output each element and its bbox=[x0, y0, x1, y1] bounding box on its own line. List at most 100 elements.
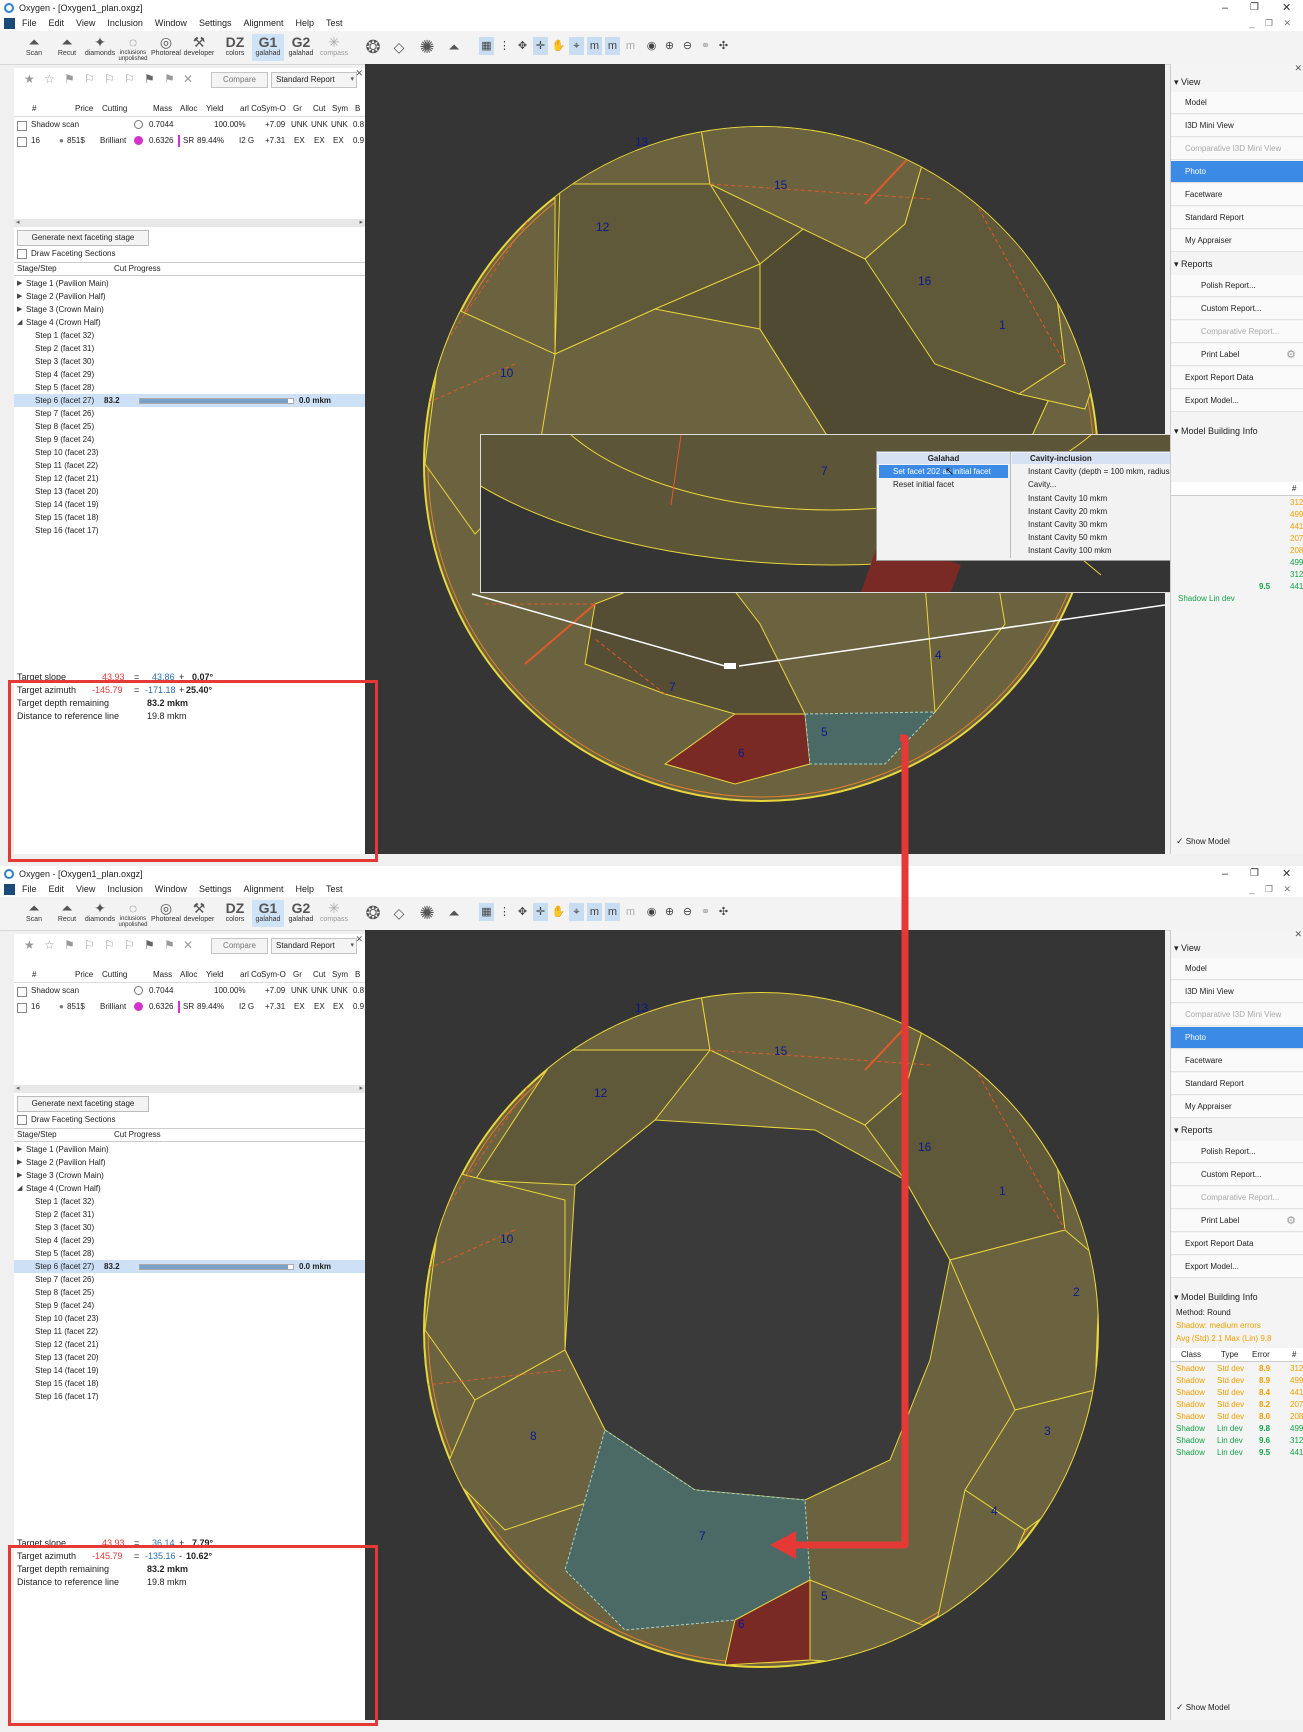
collapsed-icon[interactable]: ▶ bbox=[17, 290, 22, 303]
reports-section-header[interactable]: ▾ Reports bbox=[1174, 1122, 1213, 1138]
grid-view-icon[interactable]: ▦ bbox=[479, 37, 494, 55]
menu-test[interactable]: Test bbox=[326, 16, 343, 31]
minimize-icon[interactable]: – bbox=[1222, 866, 1228, 882]
view-comparative-i3d-item[interactable]: Comparative I3D Mini View bbox=[1171, 138, 1303, 160]
link-icon[interactable]: ⚭ bbox=[698, 903, 713, 921]
step-row[interactable]: Step 13 (facet 20) bbox=[14, 485, 365, 498]
inclusions-button[interactable]: ◌ inclusions unpolished bbox=[117, 900, 149, 928]
expanded-icon[interactable]: ◢ bbox=[17, 316, 22, 329]
bookmark3-icon[interactable]: ⚐ bbox=[104, 72, 115, 86]
menu-inclusion[interactable]: Inclusion bbox=[107, 882, 143, 897]
star-outline-icon[interactable]: ☆ bbox=[44, 938, 55, 952]
step-row[interactable]: Step 15 (facet 18) bbox=[14, 511, 365, 524]
bookmark6-icon[interactable]: ⚑ bbox=[164, 72, 175, 86]
export-model-item[interactable]: Export Model... bbox=[1171, 1256, 1303, 1278]
mdi-controls[interactable]: _ ❐ ✕ bbox=[1249, 882, 1295, 897]
view-my-appraiser-item[interactable]: My Appraiser bbox=[1171, 230, 1303, 252]
round-diamond-icon[interactable]: ❂ bbox=[364, 37, 382, 57]
row-checkbox[interactable] bbox=[17, 137, 27, 147]
bookmark5-icon[interactable]: ⚑ bbox=[144, 72, 155, 86]
row-checkbox[interactable] bbox=[17, 987, 27, 997]
m2-icon[interactable]: m bbox=[605, 37, 620, 55]
step-row[interactable]: Step 7 (facet 26) bbox=[14, 407, 365, 420]
m1-icon[interactable]: m bbox=[587, 903, 602, 921]
step-row[interactable]: Step 7 (facet 26) bbox=[14, 1273, 365, 1286]
collapsed-icon[interactable]: ▶ bbox=[17, 1143, 22, 1156]
colors-button[interactable]: DZ colors bbox=[219, 34, 251, 61]
photoreal-button[interactable]: ◎ Photoreal bbox=[150, 34, 182, 61]
stage-row[interactable]: ◢ Stage 4 (Crown Half) bbox=[14, 1182, 365, 1195]
menu-settings[interactable]: Settings bbox=[199, 16, 232, 31]
right-panel-close-icon[interactable]: ✕ bbox=[1294, 929, 1302, 940]
round-diamond-icon[interactable]: ❂ bbox=[364, 903, 382, 923]
step-row[interactable]: Step 2 (facet 31) bbox=[14, 1208, 365, 1221]
close-icon[interactable]: ✕ bbox=[1282, 0, 1291, 16]
bookmark-icon[interactable]: ⚑ bbox=[64, 938, 75, 952]
step-row[interactable]: Step 1 (facet 32) bbox=[14, 329, 365, 342]
row-checkbox[interactable] bbox=[17, 121, 27, 131]
bookmark-icon[interactable]: ⚑ bbox=[64, 72, 75, 86]
menu-file[interactable]: File bbox=[22, 882, 37, 897]
compass-button[interactable]: ✳ compass bbox=[318, 900, 350, 927]
view-facetware-item[interactable]: Facetware bbox=[1171, 1050, 1303, 1072]
scroll-right-icon[interactable]: ▸ bbox=[359, 1084, 363, 1092]
scan-button[interactable]: ⏶ Scan bbox=[18, 34, 50, 61]
step-row[interactable]: Step 2 (facet 31) bbox=[14, 342, 365, 355]
close-icon[interactable]: ✕ bbox=[1282, 866, 1291, 882]
step-row[interactable]: Step 16 (facet 17) bbox=[14, 524, 365, 537]
export-report-data-item[interactable]: Export Report Data bbox=[1171, 367, 1303, 389]
pan-icon[interactable]: ✛ bbox=[533, 37, 548, 55]
bookmark4-icon[interactable]: ⚐ bbox=[124, 938, 135, 952]
reports-section-header[interactable]: ▾ Reports bbox=[1174, 256, 1213, 272]
step-row[interactable]: Step 5 (facet 28) bbox=[14, 1247, 365, 1260]
m1-icon[interactable]: m bbox=[587, 37, 602, 55]
comparative-report-item[interactable]: Comparative Report... bbox=[1171, 321, 1303, 343]
cavity-item[interactable]: Cavity... bbox=[1028, 478, 1056, 491]
step-row[interactable]: Step 1 (facet 32) bbox=[14, 1195, 365, 1208]
m3-icon[interactable]: m bbox=[623, 903, 638, 921]
menu-view[interactable]: View bbox=[76, 882, 95, 897]
generate-next-stage-button[interactable]: Generate next faceting stage bbox=[17, 1096, 149, 1112]
menu-alignment[interactable]: Alignment bbox=[243, 882, 283, 897]
stage-row[interactable]: ▶ Stage 2 (Pavilion Half) bbox=[14, 1156, 365, 1169]
menu-view[interactable]: View bbox=[76, 16, 95, 31]
compare-button[interactable]: Compare bbox=[211, 72, 268, 88]
maximize-icon[interactable]: ❐ bbox=[1250, 0, 1259, 16]
menu-settings[interactable]: Settings bbox=[199, 882, 232, 897]
step-row[interactable]: Step 9 (facet 24) bbox=[14, 433, 365, 446]
generate-next-stage-button[interactable]: Generate next faceting stage bbox=[17, 230, 149, 246]
step-row[interactable]: Step 13 (facet 20) bbox=[14, 1351, 365, 1364]
model-row-16[interactable]: 16 ● 851$ Brilliant 0.6326 SR 89.44% I2 … bbox=[14, 1000, 365, 1014]
view-section-header[interactable]: ▾ View bbox=[1174, 940, 1200, 956]
profile-diamond-icon[interactable]: ⏶ bbox=[445, 37, 463, 57]
m3-icon[interactable]: m bbox=[623, 37, 638, 55]
instant-cavity-20-item[interactable]: Instant Cavity 20 mkm bbox=[1028, 505, 1107, 518]
bookmark4-icon[interactable]: ⚐ bbox=[124, 72, 135, 86]
view-my-appraiser-item[interactable]: My Appraiser bbox=[1171, 1096, 1303, 1118]
instant-cavity-30-item[interactable]: Instant Cavity 30 mkm bbox=[1028, 518, 1107, 531]
panel-close-icon[interactable]: ✕ bbox=[355, 68, 363, 79]
step-row[interactable]: Step 9 (facet 24) bbox=[14, 1299, 365, 1312]
star-outline-icon[interactable]: ☆ bbox=[44, 72, 55, 86]
step-row[interactable]: Step 8 (facet 25) bbox=[14, 1286, 365, 1299]
diamonds-button[interactable]: ✦ diamonds bbox=[84, 900, 116, 927]
menu-help[interactable]: Help bbox=[296, 882, 315, 897]
zoom-in-icon[interactable]: ⊕ bbox=[662, 903, 677, 921]
menu-alignment[interactable]: Alignment bbox=[243, 16, 283, 31]
step-row[interactable]: Step 14 (facet 19) bbox=[14, 498, 365, 511]
colors-button[interactable]: DZ colors bbox=[219, 900, 251, 927]
select-icon[interactable]: ⌖ bbox=[569, 903, 584, 921]
stage-row[interactable]: ◢ Stage 4 (Crown Half) bbox=[14, 316, 365, 329]
stage-row[interactable]: ▶ Stage 2 (Pavilion Half) bbox=[14, 290, 365, 303]
menu-test[interactable]: Test bbox=[326, 882, 343, 897]
zoom-out-icon[interactable]: ⊖ bbox=[680, 37, 695, 55]
custom-report-item[interactable]: Custom Report... bbox=[1171, 298, 1303, 320]
3d-viewport[interactable]: 13 15 12 16 1 10 2 8 3 4 7 5 6 bbox=[365, 930, 1165, 1720]
compare-button[interactable]: Compare bbox=[211, 938, 268, 954]
star-icon[interactable]: ★ bbox=[24, 938, 35, 952]
stage-row[interactable]: ▶ Stage 1 (Pavilion Main) bbox=[14, 1143, 365, 1156]
model-building-header[interactable]: ▾ Model Building Info bbox=[1174, 423, 1258, 439]
export-report-data-item[interactable]: Export Report Data bbox=[1171, 1233, 1303, 1255]
model-row-shadow-scan[interactable]: Shadow scan 0.7044 100.00% +7.09 UNK UNK… bbox=[14, 118, 365, 132]
show-model-checkbox[interactable]: ✓ Show Model bbox=[1176, 835, 1230, 848]
